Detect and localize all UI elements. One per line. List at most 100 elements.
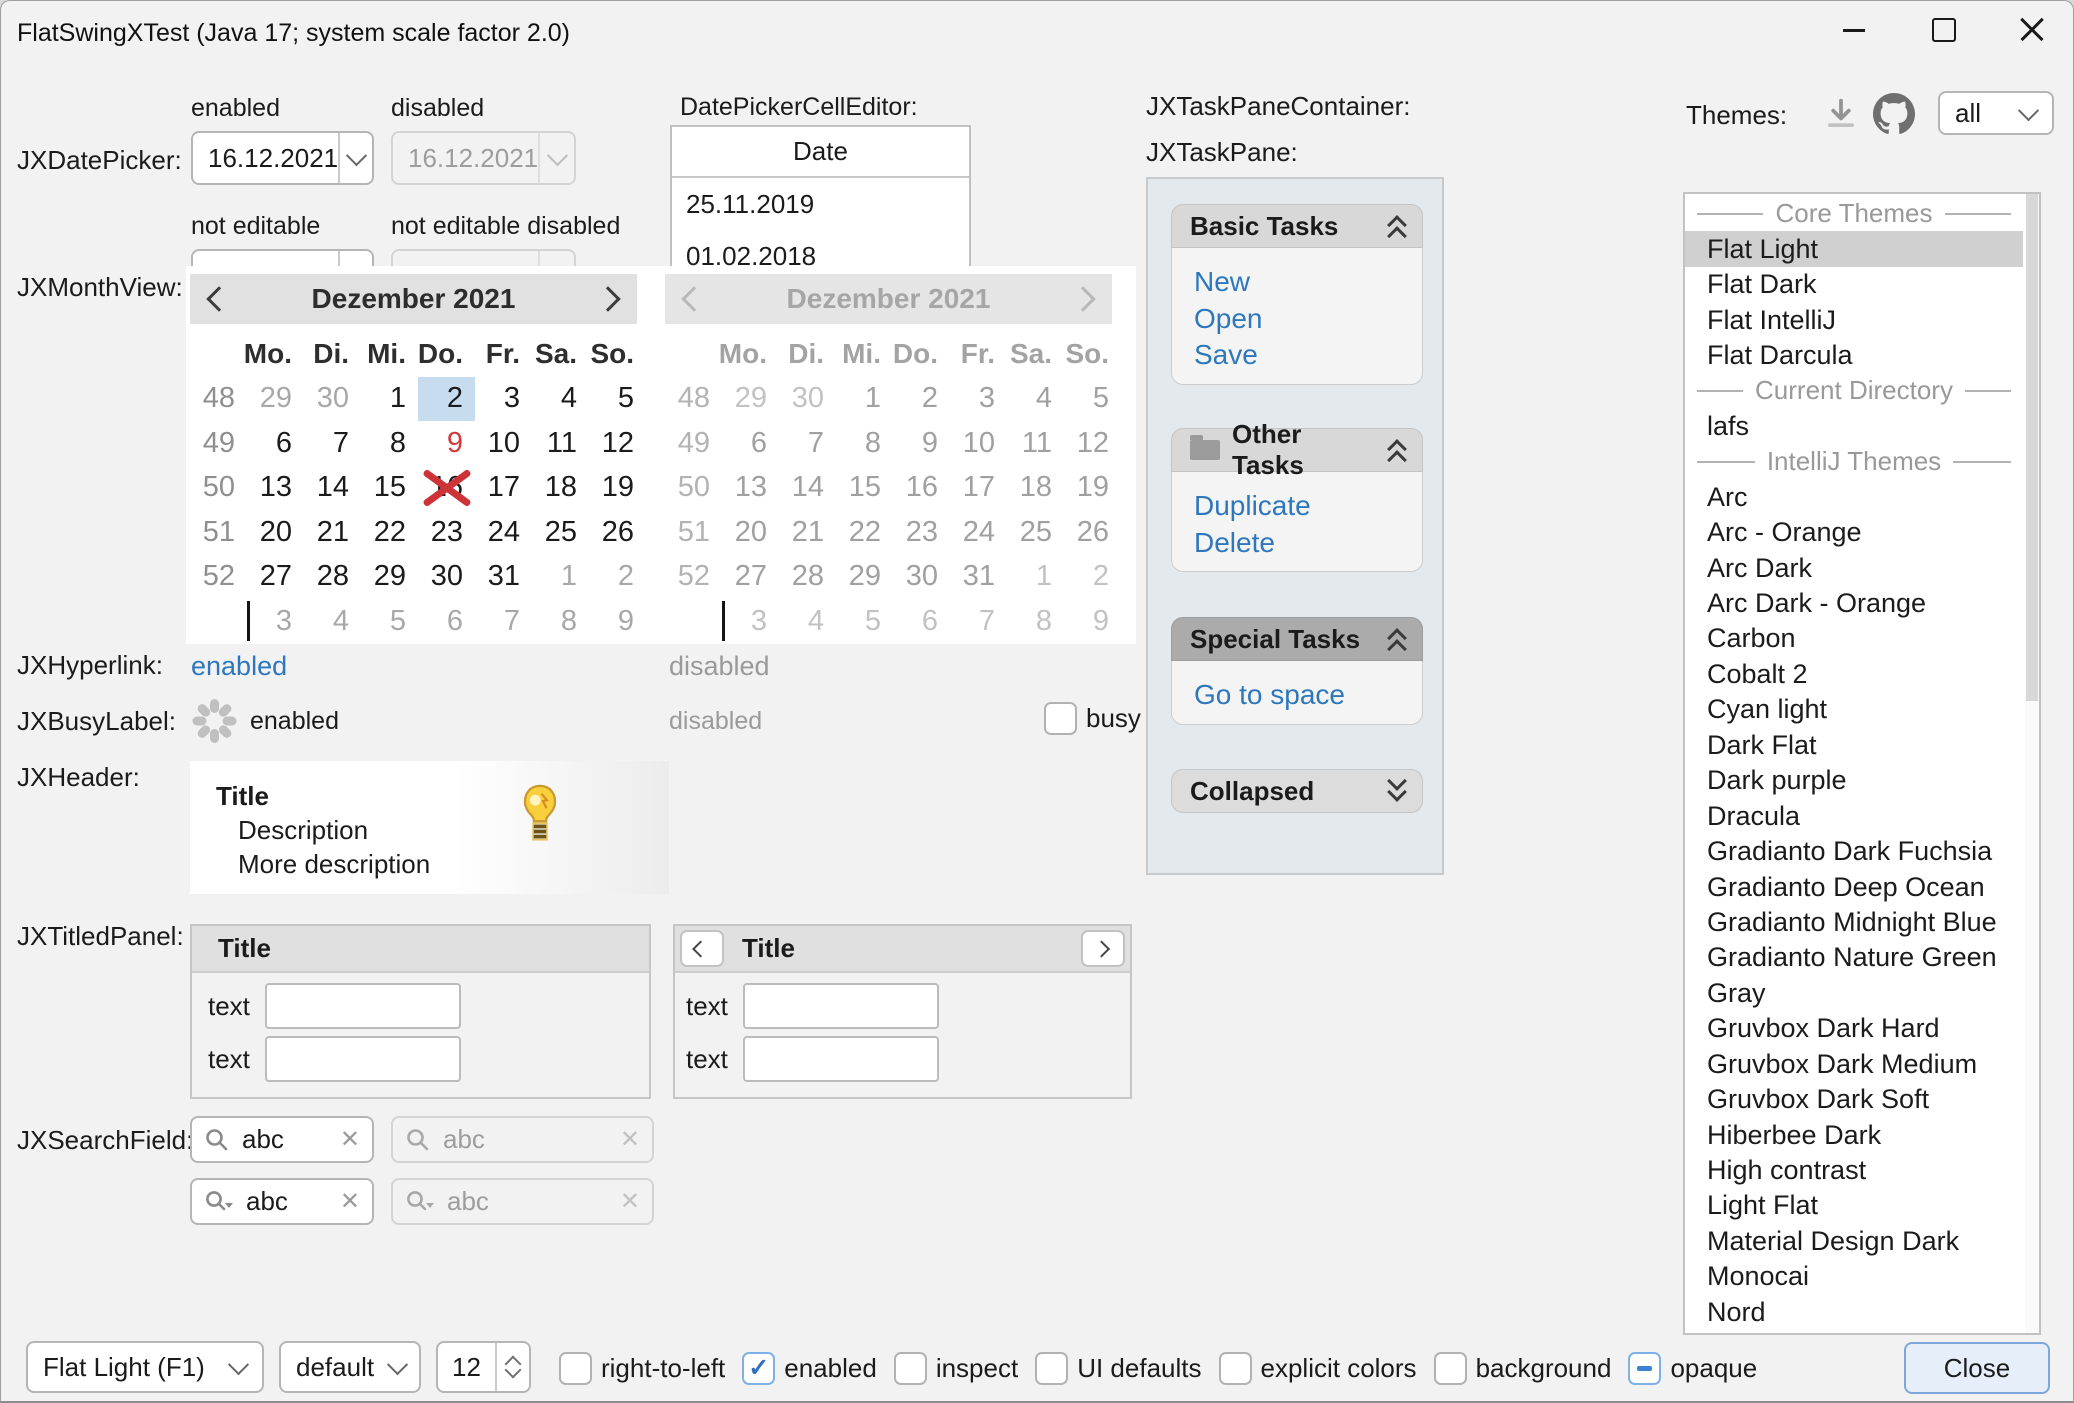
search-input[interactable]: abc	[242, 1124, 328, 1155]
checkbox-background[interactable]: background	[1434, 1352, 1612, 1385]
day-cell[interactable]: 30	[304, 377, 361, 422]
day-cell[interactable]: 15	[361, 466, 418, 511]
searchfield-dropdown-enabled[interactable]: abc ✕	[190, 1178, 374, 1225]
day-cell[interactable]: 9	[418, 421, 475, 466]
table-header-date[interactable]: Date	[672, 127, 969, 178]
text-input[interactable]	[265, 1036, 461, 1082]
taskpane-header[interactable]: Special Tasks	[1171, 617, 1423, 661]
checkbox-box[interactable]	[1044, 702, 1077, 735]
theme-item-arc-dark[interactable]: Arc Dark	[1685, 550, 2023, 585]
collapse-icon[interactable]	[1390, 439, 1404, 461]
themes-list[interactable]: Core ThemesFlat LightFlat DarkFlat Intel…	[1683, 192, 2041, 1335]
day-cell[interactable]: 5	[361, 599, 418, 644]
checkbox-box[interactable]	[1434, 1352, 1467, 1385]
theme-item-arc[interactable]: Arc	[1685, 480, 2023, 515]
close-button[interactable]: Close	[1904, 1342, 2050, 1394]
theme-item-cobalt-2[interactable]: Cobalt 2	[1685, 657, 2023, 692]
theme-item-dark-flat[interactable]: Dark Flat	[1685, 728, 2023, 763]
clear-icon[interactable]: ✕	[340, 1125, 360, 1154]
titledpanel-next-button[interactable]	[1081, 930, 1125, 967]
datepicker-enabled[interactable]: 16.12.2021	[191, 131, 374, 185]
font-size-value[interactable]: 12	[438, 1352, 495, 1383]
day-cell[interactable]: 17	[475, 466, 532, 511]
celleditor-table[interactable]: Date 25.11.2019 01.02.2018	[670, 125, 971, 281]
checkbox-box[interactable]	[1219, 1352, 1252, 1385]
day-cell[interactable]: 3	[247, 599, 304, 644]
collapse-icon[interactable]	[1390, 628, 1404, 650]
scale-combo[interactable]: default	[279, 1341, 421, 1393]
task-link-save[interactable]: Save	[1194, 337, 1422, 374]
checkbox-ui-defaults[interactable]: UI defaults	[1035, 1352, 1201, 1385]
titledpanel-prev-button[interactable]	[680, 930, 724, 967]
day-cell[interactable]: 4	[532, 377, 589, 422]
task-link-open[interactable]: Open	[1194, 301, 1422, 338]
day-cell[interactable]: 19	[589, 466, 646, 511]
checkbox-enabled[interactable]: ✓enabled	[742, 1352, 877, 1385]
task-link-new[interactable]: New	[1194, 264, 1422, 301]
checkbox-right-to-left[interactable]: right-to-left	[559, 1352, 725, 1385]
title-bar[interactable]: FlatSwingXTest (Java 17; system scale fa…	[1, 1, 2073, 61]
day-cell[interactable]: 2	[589, 555, 646, 600]
theme-item-high-contrast[interactable]: High contrast	[1685, 1153, 2023, 1188]
theme-item-monocai[interactable]: Monocai	[1685, 1259, 2023, 1294]
spinner-buttons[interactable]	[495, 1343, 529, 1391]
taskpane-header[interactable]: Other Tasks	[1171, 428, 1423, 472]
theme-item-flat-dark[interactable]: Flat Dark	[1685, 267, 2023, 302]
lookandfeel-combo[interactable]: Flat Light (F1)	[26, 1341, 264, 1393]
checkbox-opaque[interactable]: opaque	[1628, 1352, 1757, 1385]
checkbox-box[interactable]	[559, 1352, 592, 1385]
day-cell[interactable]: 29	[247, 377, 304, 422]
day-cell[interactable]: 14	[304, 466, 361, 511]
checkbox-box[interactable]	[1035, 1352, 1068, 1385]
text-input[interactable]	[265, 983, 461, 1029]
theme-item-material-design-dark[interactable]: Material Design Dark	[1685, 1224, 2023, 1259]
day-cell[interactable]: 20	[247, 510, 304, 555]
checkbox-box[interactable]	[894, 1352, 927, 1385]
checkbox-box[interactable]	[1628, 1352, 1661, 1385]
day-cell[interactable]: 6	[418, 599, 475, 644]
day-cell[interactable]: 5	[589, 377, 646, 422]
day-cell[interactable]: 11	[532, 421, 589, 466]
hyperlink-enabled[interactable]: enabled	[191, 651, 287, 682]
day-cell[interactable]: 30	[418, 555, 475, 600]
theme-item-dark-purple[interactable]: Dark purple	[1685, 763, 2023, 798]
day-cell[interactable]: 3	[475, 377, 532, 422]
day-cell[interactable]: 31	[475, 555, 532, 600]
day-cell[interactable]: 21	[304, 510, 361, 555]
prev-month-icon[interactable]	[206, 286, 231, 311]
themes-filter-combo[interactable]: all	[1938, 91, 2054, 135]
theme-item-gray[interactable]: Gray	[1685, 976, 2023, 1011]
day-cell[interactable]: 7	[475, 599, 532, 644]
close-window-button[interactable]	[2000, 7, 2064, 53]
day-cell[interactable]: 25	[532, 510, 589, 555]
theme-item-cyan-light[interactable]: Cyan light	[1685, 692, 2023, 727]
theme-item-arc-orange[interactable]: Arc - Orange	[1685, 515, 2023, 550]
day-cell[interactable]: 2	[418, 377, 475, 422]
scrollbar-thumb[interactable]	[2026, 194, 2038, 701]
theme-item-light-flat[interactable]: Light Flat	[1685, 1188, 2023, 1223]
day-cell[interactable]: 8	[532, 599, 589, 644]
day-cell[interactable]: 1	[361, 377, 418, 422]
day-cell[interactable]: 13	[247, 466, 304, 511]
day-cell[interactable]: 23	[418, 510, 475, 555]
theme-item-lafs[interactable]: lafs	[1685, 409, 2023, 444]
theme-item-flat-intellij[interactable]: Flat IntelliJ	[1685, 302, 2023, 337]
theme-item-gradianto-nature-green[interactable]: Gradianto Nature Green	[1685, 940, 2023, 975]
theme-item-nord[interactable]: Nord	[1685, 1295, 2023, 1330]
next-month-icon[interactable]	[595, 286, 620, 311]
day-cell[interactable]: 7	[304, 421, 361, 466]
themes-scrollbar[interactable]	[2025, 194, 2039, 1333]
theme-item-gradianto-midnight-blue[interactable]: Gradianto Midnight Blue	[1685, 905, 2023, 940]
task-link-go-to-space[interactable]: Go to space	[1194, 677, 1422, 714]
text-input[interactable]	[743, 1036, 939, 1082]
day-cell[interactable]: 24	[475, 510, 532, 555]
day-cell[interactable]: 8	[361, 421, 418, 466]
day-cell[interactable]: 18	[532, 466, 589, 511]
day-cell[interactable]: 26	[589, 510, 646, 555]
github-icon[interactable]	[1873, 93, 1915, 135]
day-cell[interactable]: 22	[361, 510, 418, 555]
minimize-button[interactable]	[1822, 7, 1886, 53]
datepicker-enabled-arrow-button[interactable]	[338, 133, 372, 183]
theme-item-flat-darcula[interactable]: Flat Darcula	[1685, 338, 2023, 373]
download-icon[interactable]	[1821, 95, 1861, 133]
